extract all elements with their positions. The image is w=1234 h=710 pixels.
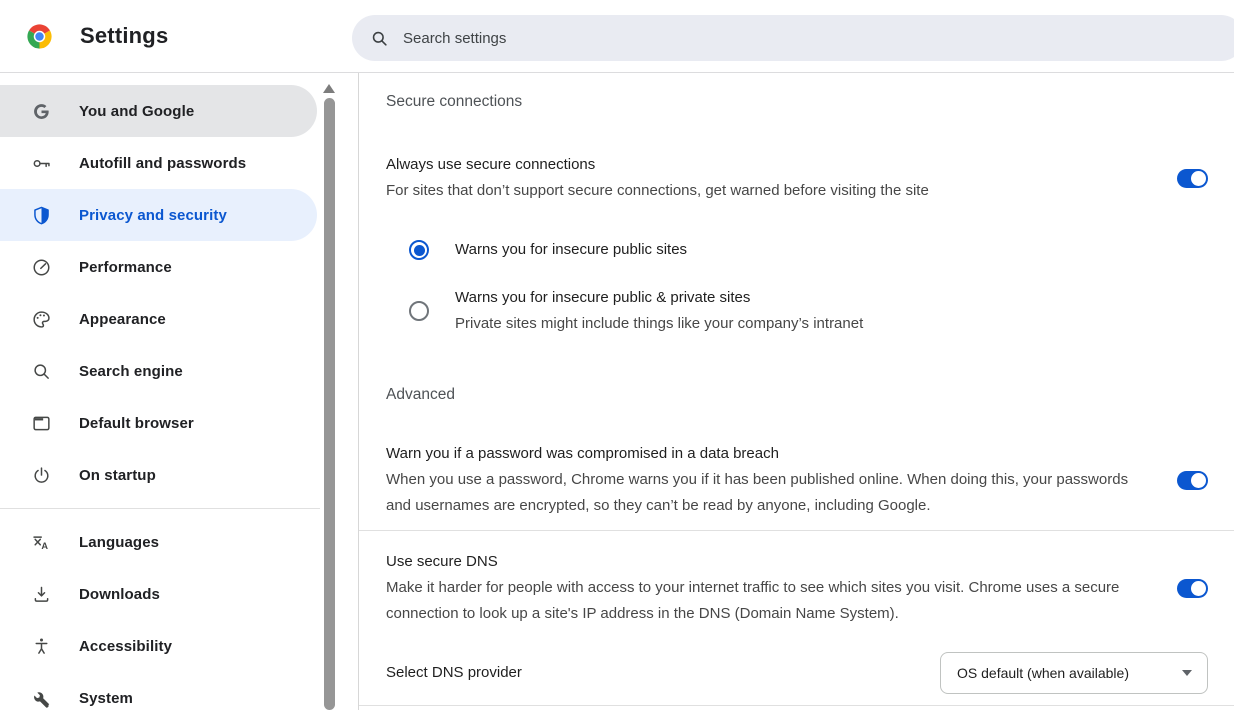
sidebar-item-label: Search engine <box>79 363 183 380</box>
sidebar-item-label: Default browser <box>79 415 194 432</box>
setting-title: Always use secure connections <box>386 152 1133 178</box>
radio-warn-public-sites[interactable] <box>409 240 429 260</box>
row-password-breach-warning: Warn you if a password was compromised i… <box>386 441 1234 519</box>
dns-provider-selected-value: OS default (when available) <box>957 665 1129 681</box>
setting-subtitle: Make it harder for people with access to… <box>386 575 1133 627</box>
sidebar-item-languages[interactable]: A Languages <box>0 516 317 568</box>
sidebar-item-on-startup[interactable]: On startup <box>0 449 317 501</box>
setting-title: Select DNS provider <box>386 660 522 686</box>
sidebar-item-default-browser[interactable]: Default browser <box>0 397 317 449</box>
palette-icon <box>30 308 52 330</box>
sidebar-item-downloads[interactable]: Downloads <box>0 568 317 620</box>
google-g-icon <box>30 100 52 122</box>
chrome-logo-icon <box>25 22 54 51</box>
header: Settings <box>0 0 1234 73</box>
sidebar-item-accessibility[interactable]: Accessibility <box>0 620 317 672</box>
setting-subtitle: For sites that don’t support secure conn… <box>386 178 1133 204</box>
sidebar-divider <box>0 508 320 509</box>
sidebar-item-label: System <box>79 690 133 707</box>
sidebar-item-label: Languages <box>79 534 159 551</box>
row-text: Warn you if a password was compromised i… <box>386 441 1133 519</box>
sidebar-item-label: Autofill and passwords <box>79 155 246 172</box>
chrome-settings-window: Settings You and Google Autofill an <box>0 0 1234 710</box>
search-bar[interactable] <box>352 15 1234 61</box>
radio-sublabel: Private sites might include things like … <box>455 311 863 337</box>
row-always-use-secure-connections: Always use secure connections For sites … <box>386 152 1234 204</box>
download-icon <box>30 583 52 605</box>
browser-window-icon <box>30 412 52 434</box>
power-icon <box>30 464 52 486</box>
translate-icon: A <box>30 531 52 553</box>
sidebar-item-label: On startup <box>79 467 156 484</box>
password-breach-toggle[interactable] <box>1177 471 1208 490</box>
section-title-advanced: Advanced <box>386 385 1234 405</box>
sidebar-item-label: Downloads <box>79 586 160 603</box>
row-text: Always use secure connections For sites … <box>386 152 1133 204</box>
sidebar-item-you-and-google[interactable]: You and Google <box>0 85 317 137</box>
sidebar-item-label: Appearance <box>79 311 166 328</box>
settings-content: Secure connections Always use secure con… <box>358 73 1234 710</box>
sidebar-item-label: You and Google <box>79 103 194 120</box>
magnifier-icon <box>30 360 52 382</box>
use-secure-dns-toggle[interactable] <box>1177 579 1208 598</box>
radio-text: Warns you for insecure public sites <box>455 237 687 263</box>
row-use-secure-dns: Use secure DNS Make it harder for people… <box>386 549 1234 627</box>
section-divider <box>359 705 1234 706</box>
sidebar-item-autofill[interactable]: Autofill and passwords <box>0 137 317 189</box>
row-select-dns-provider: Select DNS provider OS default (when ava… <box>386 652 1234 694</box>
sidebar-item-appearance[interactable]: Appearance <box>0 293 317 345</box>
sidebar-item-system[interactable]: System <box>0 672 317 710</box>
section-title-secure-connections: Secure connections <box>386 92 1234 112</box>
accessibility-person-icon <box>30 635 52 657</box>
always-use-secure-connections-toggle[interactable] <box>1177 169 1208 188</box>
setting-title: Use secure DNS <box>386 549 1133 575</box>
sidebar-item-label: Performance <box>79 259 172 276</box>
radio-label: Warns you for insecure public & private … <box>455 285 863 311</box>
svg-text:A: A <box>41 540 48 550</box>
key-icon <box>30 152 52 174</box>
dns-provider-select[interactable]: OS default (when available) <box>940 652 1208 694</box>
radio-label: Warns you for insecure public sites <box>455 237 687 263</box>
page-title: Settings <box>80 23 168 49</box>
scrollbar-thumb[interactable] <box>324 98 335 710</box>
sidebar-nav: You and Google Autofill and passwords <box>0 73 358 710</box>
section-divider <box>359 530 1234 531</box>
sidebar-scrollbar <box>322 84 336 710</box>
radio-row-insecure-public: Warns you for insecure public sites <box>409 237 1234 263</box>
sidebar-item-label: Privacy and security <box>79 207 227 224</box>
shield-icon <box>30 204 52 226</box>
search-input[interactable] <box>401 29 805 48</box>
row-text: Use secure DNS Make it harder for people… <box>386 549 1133 627</box>
sidebar-item-privacy-and-security[interactable]: Privacy and security <box>0 189 317 241</box>
chevron-down-icon <box>1182 670 1192 676</box>
scrollbar-up-arrow-icon[interactable] <box>323 84 335 93</box>
setting-title: Warn you if a password was compromised i… <box>386 441 1133 467</box>
sidebar-item-performance[interactable]: Performance <box>0 241 317 293</box>
sidebar-item-search-engine[interactable]: Search engine <box>0 345 317 397</box>
search-icon <box>370 29 389 48</box>
setting-subtitle: When you use a password, Chrome warns yo… <box>386 467 1133 519</box>
sidebar-item-label: Accessibility <box>79 638 172 655</box>
radio-warn-public-private-sites[interactable] <box>409 301 429 321</box>
radio-row-insecure-public-private: Warns you for insecure public & private … <box>409 285 1234 337</box>
wrench-icon <box>30 687 52 709</box>
radio-text: Warns you for insecure public & private … <box>455 285 863 337</box>
speedometer-icon <box>30 256 52 278</box>
